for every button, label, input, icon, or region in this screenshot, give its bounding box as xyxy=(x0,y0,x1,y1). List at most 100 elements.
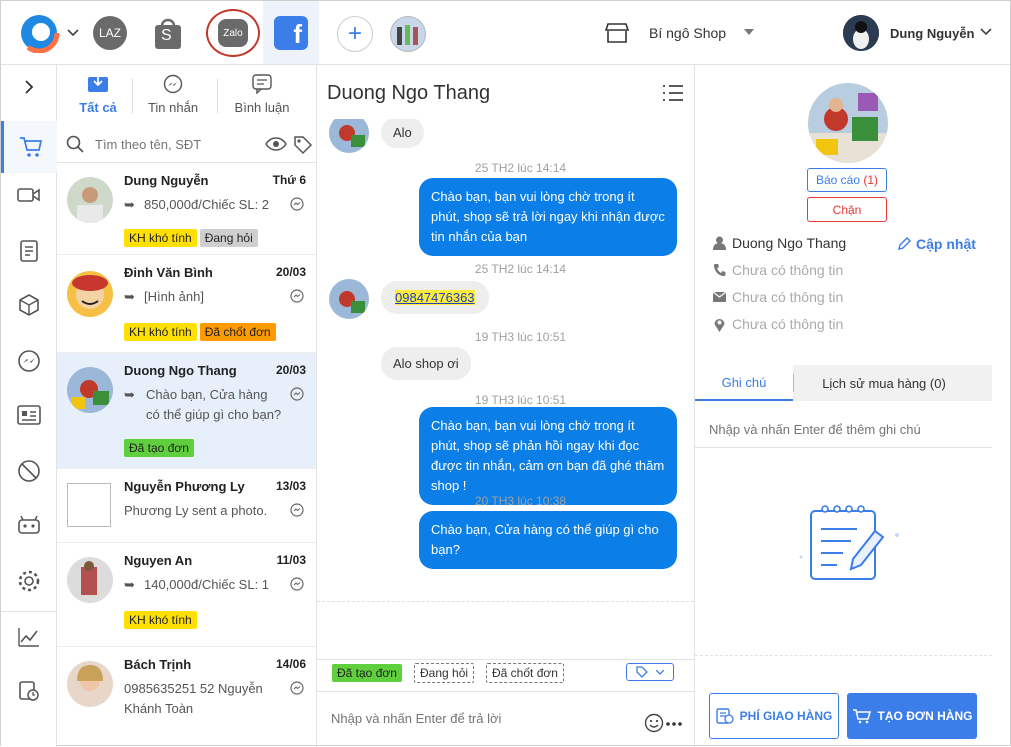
contact-name: Bách Trịnh xyxy=(124,657,192,672)
document-icon[interactable] xyxy=(1,231,57,271)
more-options-icon[interactable] xyxy=(666,722,682,726)
message-timestamp: 19 TH3 lúc 10:51 xyxy=(474,330,567,344)
emoji-icon[interactable] xyxy=(644,713,664,733)
tag-badge: Đã tạo đơn xyxy=(124,439,194,457)
message-preview: 0985635251 52 Nguyễn Khánh Toàn xyxy=(124,681,263,716)
chat-title: Duong Ngo Thang xyxy=(327,82,491,104)
contact-name: Duong Ngo Thang xyxy=(124,363,237,378)
phone-number-link[interactable]: 09847476363 xyxy=(395,290,475,305)
note-input[interactable] xyxy=(709,419,979,439)
message-preview: ➥ [Hình ảnh] xyxy=(124,287,284,307)
tab-purchase-history[interactable]: Lịch sử mua hàng (0) xyxy=(794,365,974,401)
tag-list: Đã tạo đơn xyxy=(124,439,197,457)
top-bar: LAZ S Zalo f + Bí ngô Shop Dung Nguyễn xyxy=(1,1,1010,65)
tab-messages[interactable]: Tin nhắn xyxy=(143,65,203,123)
app-logo-icon[interactable] xyxy=(17,13,63,53)
messenger-icon xyxy=(290,197,304,211)
shopee-channel-icon[interactable]: S xyxy=(151,15,185,51)
search-input[interactable] xyxy=(95,134,255,154)
message-preview: Phương Ly sent a photo. xyxy=(124,503,268,518)
notes-divider xyxy=(695,447,992,448)
shipping-fee-button[interactable]: PHÍ GIAO HÀNG xyxy=(709,693,839,739)
inbox-download-icon xyxy=(88,75,108,92)
shop-dropdown-icon[interactable] xyxy=(743,27,755,37)
block-button[interactable]: Chặn xyxy=(807,197,887,222)
contact-name: Nguyen An xyxy=(124,553,193,568)
conversation-item[interactable]: Nguyễn Phương Ly 13/03 Phương Ly sent a … xyxy=(57,469,316,543)
contact-name: Dung Nguyễn xyxy=(124,173,209,188)
video-icon[interactable] xyxy=(1,175,57,215)
pencil-icon xyxy=(898,237,911,250)
conversation-date: Thứ 6 xyxy=(272,173,306,187)
messenger-icon xyxy=(290,681,304,695)
block-icon[interactable] xyxy=(1,451,57,491)
search-bar xyxy=(57,125,316,163)
conversation-list-panel: Tất cả Tin nhắn Bình luận Dung Nguyễn Th… xyxy=(57,65,317,747)
zalo-channel-icon[interactable]: Zalo xyxy=(206,9,260,57)
cart-plus-icon xyxy=(852,709,871,724)
chat-panel: Duong Ngo Thang Alo 25 TH2 lúc 14:14 Chà… xyxy=(317,65,694,747)
location-pin-icon xyxy=(714,318,725,332)
user-avatar[interactable] xyxy=(843,15,879,51)
update-button[interactable]: Cập nhật xyxy=(897,236,976,252)
message-preview: ➥ Chào bạn, Cửa hàng có thể giúp gì cho b… xyxy=(124,387,282,422)
conversation-item[interactable]: Dung Nguyễn Thứ 6 ➥ 850,000đ/Chiếc SL: 2 … xyxy=(57,163,316,255)
conversation-date: 20/03 xyxy=(275,265,306,279)
tab-comments[interactable]: Bình luận xyxy=(227,65,297,123)
user-menu-chevron-icon[interactable] xyxy=(978,25,994,39)
bot-icon[interactable] xyxy=(1,505,57,545)
tab-all[interactable]: Tất cả xyxy=(73,65,123,123)
page-avatar[interactable] xyxy=(390,16,426,52)
cart-icon[interactable] xyxy=(1,121,57,173)
reply-arrow-icon: ➥ xyxy=(124,577,135,592)
quick-tag-created[interactable]: Đã tạo đơn xyxy=(332,664,402,682)
customer-profile-photo xyxy=(808,83,888,163)
tag-filter-icon[interactable] xyxy=(293,135,313,155)
conversation-item[interactable]: Nguyen An 11/03 ➥ 140,000đ/Chiếc SL: 1 KH… xyxy=(57,543,316,647)
report-button[interactable]: Báo cáo (1) xyxy=(807,168,887,192)
lazada-channel-icon[interactable]: LAZ xyxy=(93,16,127,50)
eye-icon[interactable] xyxy=(265,137,287,151)
store-icon xyxy=(604,21,630,45)
app-window: LAZ S Zalo f + Bí ngô Shop Dung Nguyễn T… xyxy=(0,0,1011,747)
messenger-icon xyxy=(290,387,304,401)
quick-tag-closed[interactable]: Đã chốt đơn xyxy=(486,663,564,683)
messenger-icon xyxy=(290,289,304,303)
list-menu-icon[interactable] xyxy=(661,83,685,103)
chart-icon[interactable] xyxy=(1,617,57,657)
customer-name-row: Duong Ngo Thang xyxy=(713,235,846,251)
add-channel-button[interactable]: + xyxy=(337,16,373,52)
settings-gear-icon[interactable] xyxy=(1,561,57,601)
user-name[interactable]: Dung Nguyễn xyxy=(890,23,975,43)
customer-name: Duong Ngo Thang xyxy=(732,235,847,251)
expand-icon[interactable] xyxy=(1,67,57,107)
conversation-item[interactable]: Đinh Văn Bình 20/03 ➥ [Hình ảnh] KH khó t… xyxy=(57,255,316,353)
tag-badge: Đã chốt đơn xyxy=(199,323,276,341)
avatar xyxy=(67,271,113,317)
quick-tag-asking[interactable]: Đang hỏi xyxy=(414,663,475,683)
reply-input[interactable] xyxy=(331,708,631,728)
conversation-item-selected[interactable]: Duong Ngo Thang 20/03 ➥ Chào bạn, Cửa hàn… xyxy=(57,353,316,469)
rail-divider xyxy=(1,611,57,612)
box-icon[interactable] xyxy=(1,285,57,325)
tag-icon xyxy=(636,666,648,678)
outgoing-message: Chào bạn, bạn vui lòng chờ trong ít phút… xyxy=(419,407,677,505)
facebook-channel-icon[interactable]: f xyxy=(263,1,319,64)
message-timestamp: 20 TH3 lúc 10:38 xyxy=(474,494,567,508)
contact-card-icon[interactable] xyxy=(1,395,57,435)
shop-name[interactable]: Bí ngô Shop xyxy=(649,23,726,43)
customer-phone-row: Chưa có thông tin xyxy=(713,262,843,278)
incoming-message: Alo xyxy=(381,119,424,148)
reply-arrow-icon: ➥ xyxy=(124,387,135,402)
avatar xyxy=(67,367,113,413)
history-icon[interactable] xyxy=(1,671,57,711)
create-order-button[interactable]: TẠO ĐƠN HÀNG xyxy=(847,693,977,739)
tag-picker-button[interactable] xyxy=(626,663,674,681)
search-icon xyxy=(66,135,84,153)
messenger-icon[interactable] xyxy=(1,341,57,381)
incoming-message: Alo shop ơi xyxy=(381,347,471,380)
chevron-down-icon[interactable] xyxy=(65,25,81,41)
quick-tag-bar: Đã tạo đơn Đang hỏi Đã chốt đơn xyxy=(317,659,694,691)
conversation-item[interactable]: Bách Trịnh 14/06 0985635251 52 Nguyễn Kh… xyxy=(57,647,316,747)
tab-notes[interactable]: Ghi chú xyxy=(695,365,793,401)
